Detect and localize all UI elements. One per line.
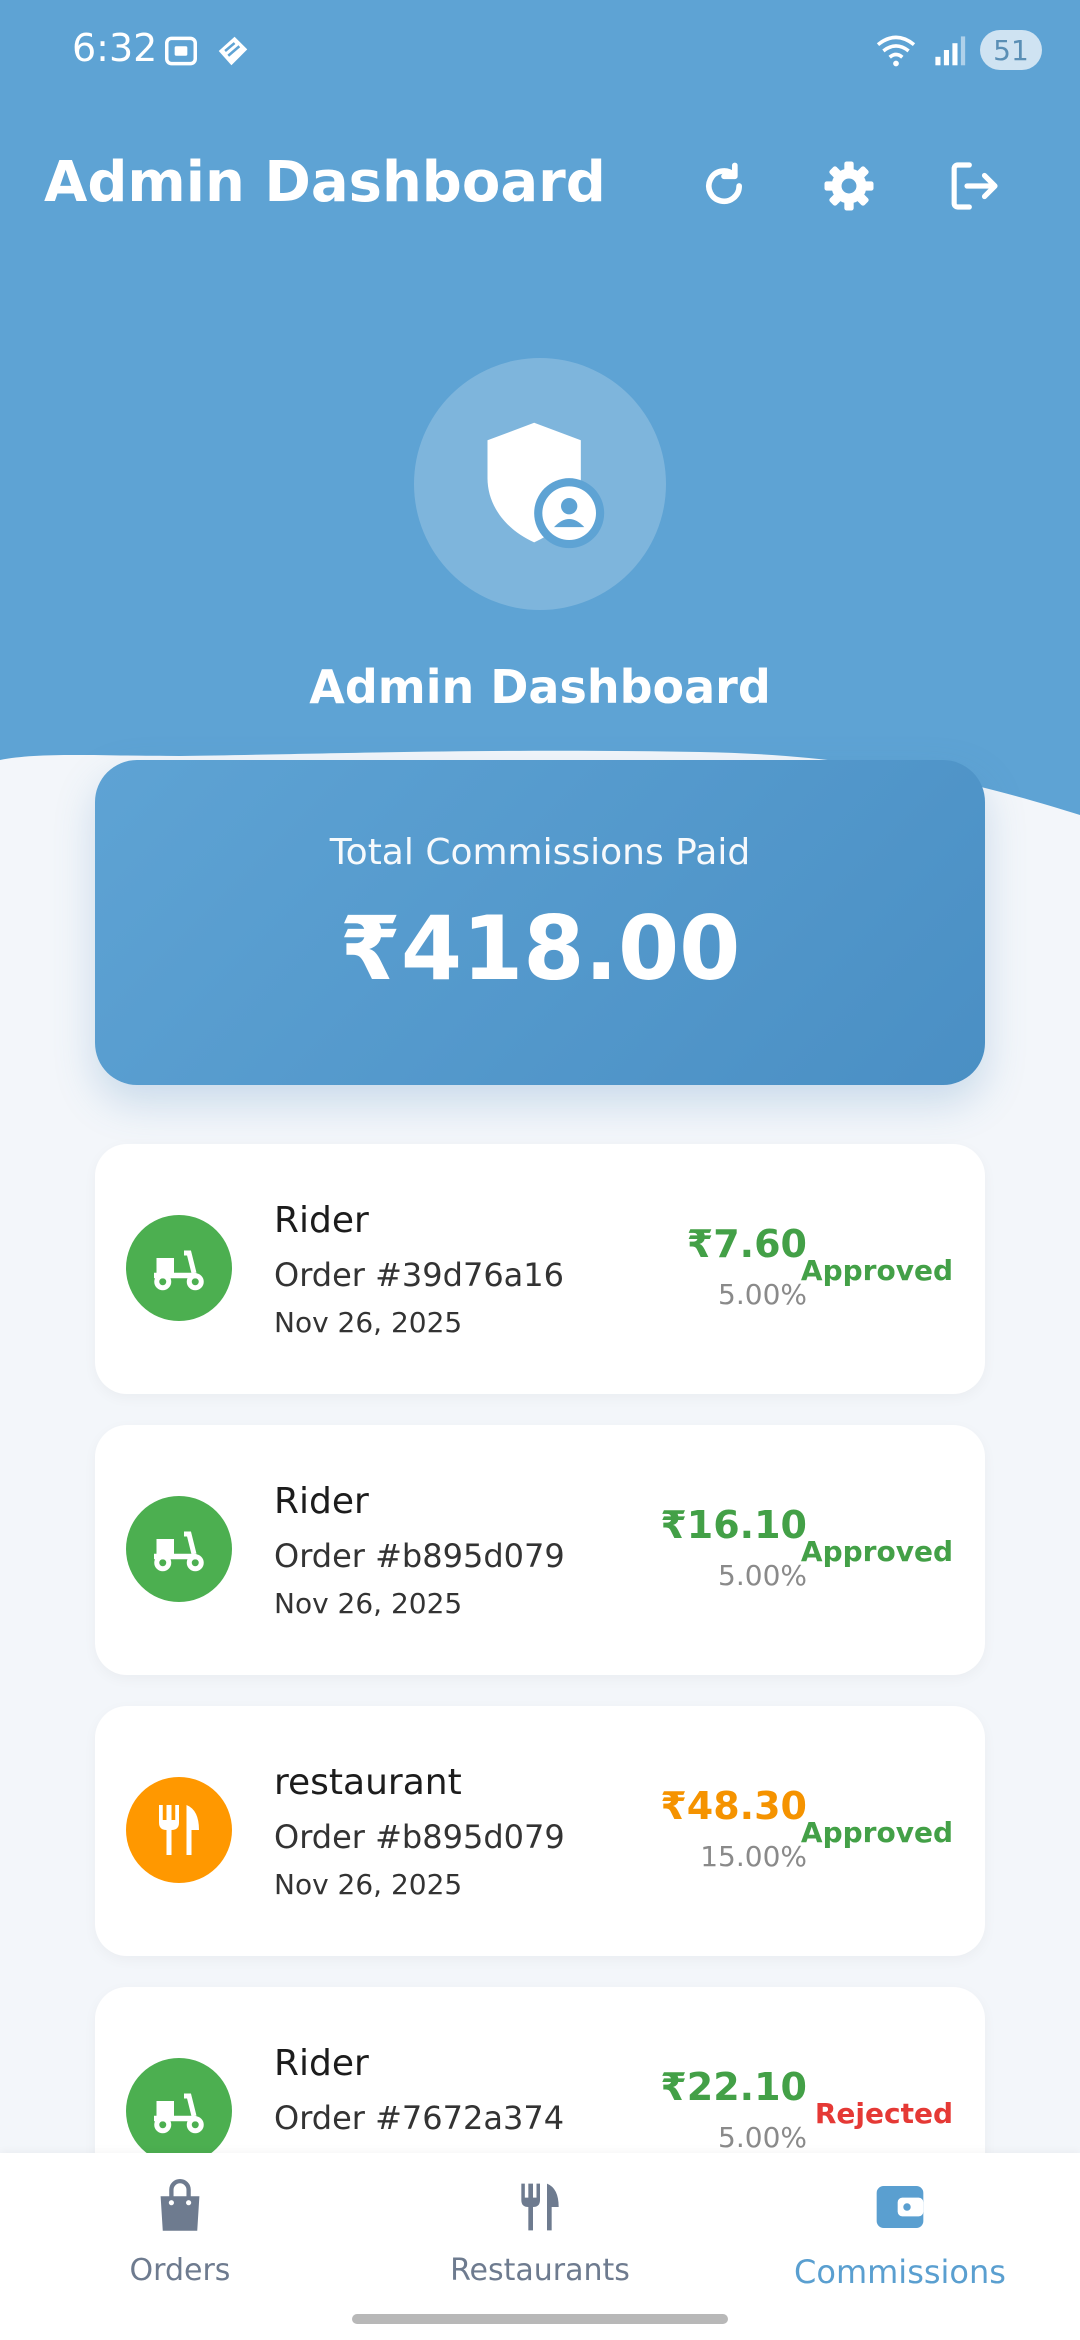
- scooter-icon: [154, 1531, 204, 1572]
- commission-percent: 5.00%: [718, 2121, 807, 2154]
- commission-amount: ₹7.60: [686, 1222, 807, 1266]
- status-bar: 6:32 51: [0, 0, 1080, 105]
- total-commissions-card: Total Commissions Paid ₹418.00: [95, 760, 985, 1085]
- commission-date: Nov 26, 2025: [274, 1306, 463, 1339]
- logout-button[interactable]: [938, 150, 1010, 222]
- commission-role: Rider: [274, 2043, 369, 2084]
- battery-indicator: 51: [980, 30, 1042, 70]
- logout-icon: [951, 162, 998, 210]
- role-avatar: [126, 1496, 232, 1602]
- total-commissions-amount: ₹418.00: [339, 897, 741, 1000]
- status-time: 6:32: [72, 26, 158, 70]
- refresh-icon: [706, 162, 742, 205]
- signal-icon: [935, 36, 966, 66]
- commission-status: Approved: [800, 1535, 953, 1568]
- restaurant-icon: [159, 1805, 199, 1855]
- role-avatar: [126, 1215, 232, 1321]
- commission-amount: ₹22.10: [660, 2065, 807, 2109]
- commission-item[interactable]: Rider Order #b895d079 Nov 26, 2025 ₹16.1…: [95, 1425, 985, 1675]
- wallet-icon: [876, 2186, 924, 2228]
- role-avatar: [126, 1777, 232, 1883]
- role-avatar: [126, 2058, 232, 2164]
- scooter-icon: [154, 1250, 204, 1291]
- home-indicator: [352, 2314, 728, 2324]
- bottom-navigation: Orders Restaurants Commissions: [0, 2153, 1080, 2340]
- screenshot-icon: [165, 36, 197, 66]
- commission-list: Rider Order #39d76a16 Nov 26, 2025 ₹7.60…: [95, 1144, 985, 2268]
- commission-status: Approved: [800, 1816, 953, 1849]
- nav-restaurants[interactable]: Restaurants: [360, 2175, 720, 2288]
- header-title: Admin Dashboard: [309, 660, 771, 714]
- scooter-icon: [154, 2093, 204, 2134]
- commission-amount: ₹48.30: [660, 1784, 807, 1828]
- commission-status: Approved: [800, 1254, 953, 1287]
- commission-order: Order #b895d079: [274, 1818, 565, 1856]
- shopping-bag-icon: [160, 2179, 200, 2231]
- app-notification-icon: [218, 36, 248, 66]
- nav-commissions[interactable]: Commissions: [720, 2175, 1080, 2291]
- total-commissions-label: Total Commissions Paid: [329, 832, 751, 873]
- settings-icon: [824, 161, 874, 211]
- app-bar-title: Admin Dashboard: [44, 150, 606, 215]
- admin-avatar: [414, 358, 666, 610]
- restaurant-icon: [521, 2183, 559, 2231]
- wifi-icon: [876, 35, 916, 67]
- nav-label-commissions: Commissions: [794, 2253, 1006, 2291]
- nav-label-orders: Orders: [129, 2253, 231, 2288]
- commission-item[interactable]: Rider Order #39d76a16 Nov 26, 2025 ₹7.60…: [95, 1144, 985, 1394]
- commission-date: Nov 26, 2025: [274, 1587, 463, 1620]
- status-icons-left: [162, 32, 252, 70]
- commission-date: Nov 26, 2025: [274, 1868, 463, 1901]
- refresh-button[interactable]: [688, 150, 760, 222]
- nav-orders[interactable]: Orders: [0, 2175, 360, 2288]
- status-icons-right: 51: [874, 30, 1042, 70]
- settings-button[interactable]: [813, 150, 885, 222]
- commission-item[interactable]: restaurant Order #b895d079 Nov 26, 2025 …: [95, 1706, 985, 1956]
- commission-role: restaurant: [274, 1762, 462, 1803]
- admin-shield-icon: [487, 422, 605, 549]
- commission-percent: 15.00%: [700, 1840, 807, 1873]
- commission-order: Order #39d76a16: [274, 1256, 564, 1294]
- commission-role: Rider: [274, 1481, 369, 1522]
- commission-order: Order #b895d079: [274, 1537, 565, 1575]
- nav-label-restaurants: Restaurants: [450, 2253, 630, 2288]
- commission-percent: 5.00%: [718, 1278, 807, 1311]
- commission-status: Rejected: [814, 2097, 953, 2130]
- commission-amount: ₹16.10: [660, 1503, 807, 1547]
- commission-order: Order #7672a374: [274, 2099, 565, 2137]
- commission-percent: 5.00%: [718, 1559, 807, 1592]
- commission-role: Rider: [274, 1200, 369, 1241]
